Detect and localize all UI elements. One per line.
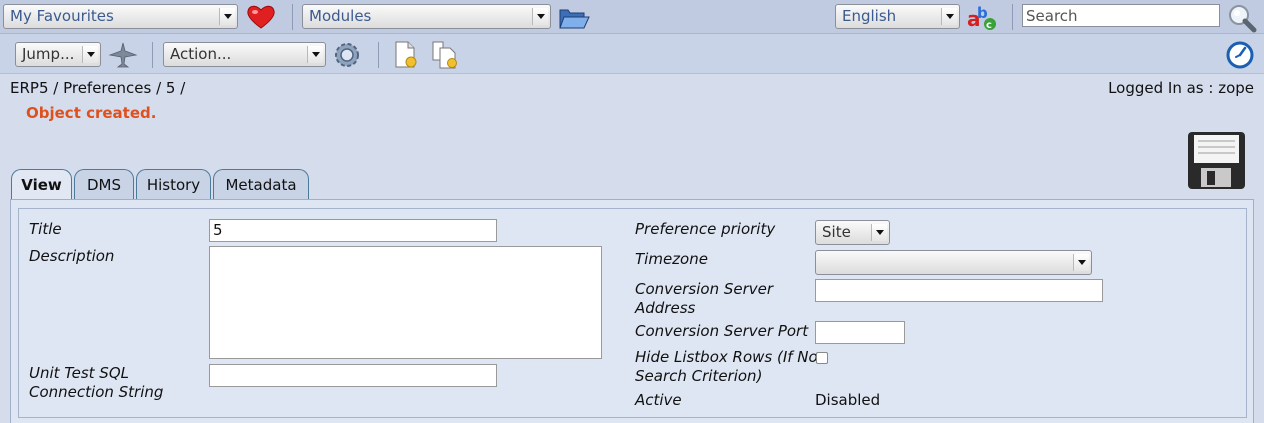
preference-priority-select[interactable]: Site: [815, 220, 890, 245]
favourites-select-value: My Favourites: [10, 7, 114, 25]
hide-listbox-rows-label-line1: Hide Listbox Rows (If No: [635, 348, 818, 366]
conversion-server-address-label: Conversion Server Address: [635, 280, 773, 318]
separator: [292, 4, 293, 30]
search-icon[interactable]: [1226, 3, 1258, 33]
airplane-icon[interactable]: [108, 41, 138, 69]
modules-select[interactable]: Modules: [302, 4, 551, 29]
new-document-icon[interactable]: [393, 40, 419, 70]
conversion-server-address-input[interactable]: [815, 279, 1103, 302]
tab-history[interactable]: History: [136, 169, 211, 201]
conversion-server-port-input[interactable]: [815, 321, 905, 344]
heart-icon[interactable]: [246, 4, 276, 30]
active-label: Active: [635, 391, 682, 409]
separator: [152, 42, 153, 68]
svg-text:c: c: [986, 20, 992, 31]
preference-priority-value: Site: [822, 223, 851, 241]
language-select[interactable]: English: [835, 4, 960, 29]
title-input[interactable]: 5: [209, 219, 497, 242]
chevron-down-icon: [941, 8, 957, 25]
tab-dms[interactable]: DMS: [74, 169, 134, 201]
active-value: Disabled: [815, 391, 881, 409]
form-fieldset: [18, 208, 1247, 418]
sql-connection-label-line1: Unit Test SQL: [29, 364, 129, 382]
description-textarea[interactable]: [209, 246, 602, 359]
preference-priority-label: Preference priority: [635, 220, 776, 238]
timezone-select[interactable]: [815, 250, 1092, 275]
action-select[interactable]: Action...: [163, 42, 326, 67]
language-select-value: English: [842, 7, 897, 25]
clock-icon[interactable]: [1225, 40, 1255, 70]
modules-select-value: Modules: [309, 7, 372, 25]
conversion-server-port-label: Conversion Server Port: [635, 322, 809, 340]
chevron-down-icon: [219, 8, 235, 25]
sql-connection-label-line2: Connection String: [29, 383, 164, 401]
chevron-down-icon: [1073, 254, 1089, 271]
jump-select-value: Jump...: [22, 45, 75, 63]
chevron-down-icon: [532, 8, 548, 25]
clone-document-icon[interactable]: [430, 40, 460, 70]
separator: [378, 42, 379, 68]
save-icon[interactable]: [1187, 131, 1247, 191]
action-select-value: Action...: [170, 45, 232, 63]
tab-metadata[interactable]: Metadata: [213, 169, 309, 201]
hide-listbox-rows-label-line2: Search Criterion): [635, 367, 763, 385]
title-label: Title: [29, 220, 62, 238]
logged-in-label: Logged In as : zope: [1108, 79, 1254, 97]
jump-select[interactable]: Jump...: [15, 42, 101, 67]
open-folder-icon[interactable]: [558, 5, 590, 31]
tab-view[interactable]: View: [11, 169, 72, 202]
breadcrumb[interactable]: ERP5 / Preferences / 5 /: [10, 79, 185, 97]
translate-icon[interactable]: a b c: [966, 2, 998, 32]
hide-listbox-rows-label: Hide Listbox Rows (If No Search Criterio…: [635, 348, 818, 386]
status-message: Object created.: [26, 104, 157, 122]
conversion-server-address-label-line1: Conversion Server: [635, 280, 774, 298]
search-input[interactable]: [1022, 4, 1220, 27]
gear-icon[interactable]: [332, 40, 362, 70]
chevron-down-icon: [871, 224, 887, 241]
chevron-down-icon: [82, 46, 98, 63]
sql-connection-input[interactable]: [209, 364, 497, 387]
hide-listbox-rows-checkbox[interactable]: [816, 352, 828, 364]
chevron-down-icon: [307, 46, 323, 63]
description-label: Description: [29, 247, 115, 265]
conversion-server-address-label-line2: Address: [635, 299, 696, 317]
timezone-label: Timezone: [635, 250, 708, 268]
favourites-select[interactable]: My Favourites: [3, 4, 238, 29]
separator: [1012, 4, 1013, 30]
sql-connection-label: Unit Test SQL Connection String: [29, 364, 163, 402]
